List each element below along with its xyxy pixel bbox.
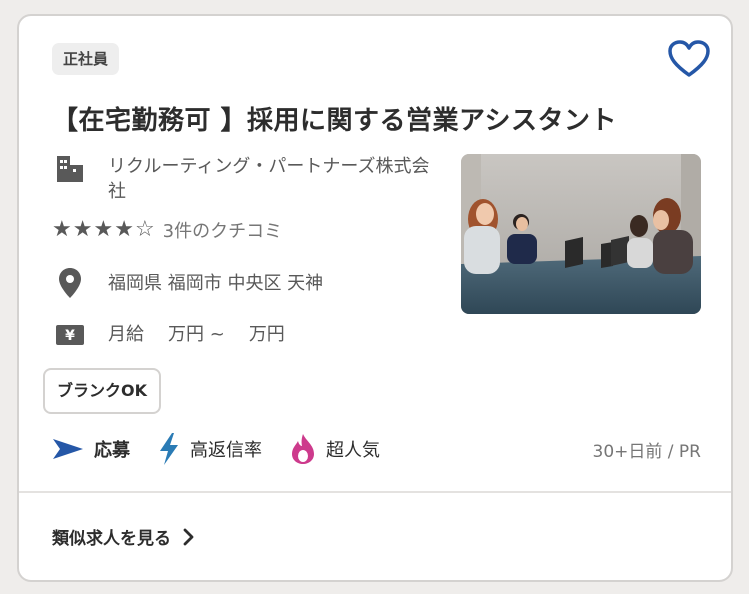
salary-text: 月給 万円 ~ 万円 [108,322,309,347]
popular-label: 超人気 [326,440,380,461]
heart-icon [668,40,710,77]
popular-feature: 超人気 [290,433,380,465]
job-title[interactable]: 【在宅勤務可 】採用に関する営業アシスタント [52,100,692,137]
star-rating: ★ ★ ★ ★ ☆ [52,218,155,242]
job-card[interactable]: 正社員 【在宅勤務可 】採用に関する営業アシスタント リクルーティング・パートナ… [17,14,733,582]
salary-period: 月給 [108,324,144,345]
lightning-icon [158,432,180,466]
posted-date: 30+日前 / PR [592,442,701,462]
similar-jobs-label: 類似求人を見る [52,529,171,549]
high-response-feature: 高返信率 [158,432,262,466]
rating-row[interactable]: ★ ★ ★ ★ ☆ 3件のクチコミ [52,217,282,243]
star-empty-icon: ☆ [134,217,155,242]
apply-feature[interactable]: 応募 [52,436,130,462]
apply-label: 応募 [94,440,130,461]
save-job-button[interactable] [667,39,711,79]
high-response-label: 高返信率 [190,440,262,461]
company-photo [461,154,701,314]
star-full-icon: ★ [93,217,114,242]
star-full-icon: ★ [114,217,134,242]
svg-text:¥: ¥ [65,328,75,344]
chevron-right-icon [183,528,194,545]
star-full-icon: ★ [52,217,72,242]
map-pin-icon [52,267,88,299]
location-text: 福岡県 福岡市 中央区 天神 [108,272,324,294]
flame-icon [290,433,316,465]
job-features: 応募 高返信率 超人気 [52,430,408,468]
job-type-badge: 正社員 [52,43,120,75]
similar-jobs-link[interactable]: 類似求人を見る [52,524,195,549]
salary-row: ¥ 月給 万円 ~ 万円 [52,322,309,347]
review-count[interactable]: 3件のクチコミ [163,217,282,243]
divider [19,491,731,493]
company-row: リクルーティング・パートナーズ株式会社 [52,154,438,204]
building-icon [52,154,88,184]
company-name[interactable]: リクルーティング・パートナーズ株式会社 [108,154,438,204]
star-full-icon: ★ [72,217,93,242]
location-row: 福岡県 福岡市 中央区 天神 [52,267,323,299]
salary-max: 万円 [248,324,285,345]
send-arrow-icon [52,437,84,461]
blank-ok-tag: ブランクOK [43,368,162,414]
yen-icon: ¥ [52,324,88,346]
salary-min: 万円 ~ [168,324,225,345]
